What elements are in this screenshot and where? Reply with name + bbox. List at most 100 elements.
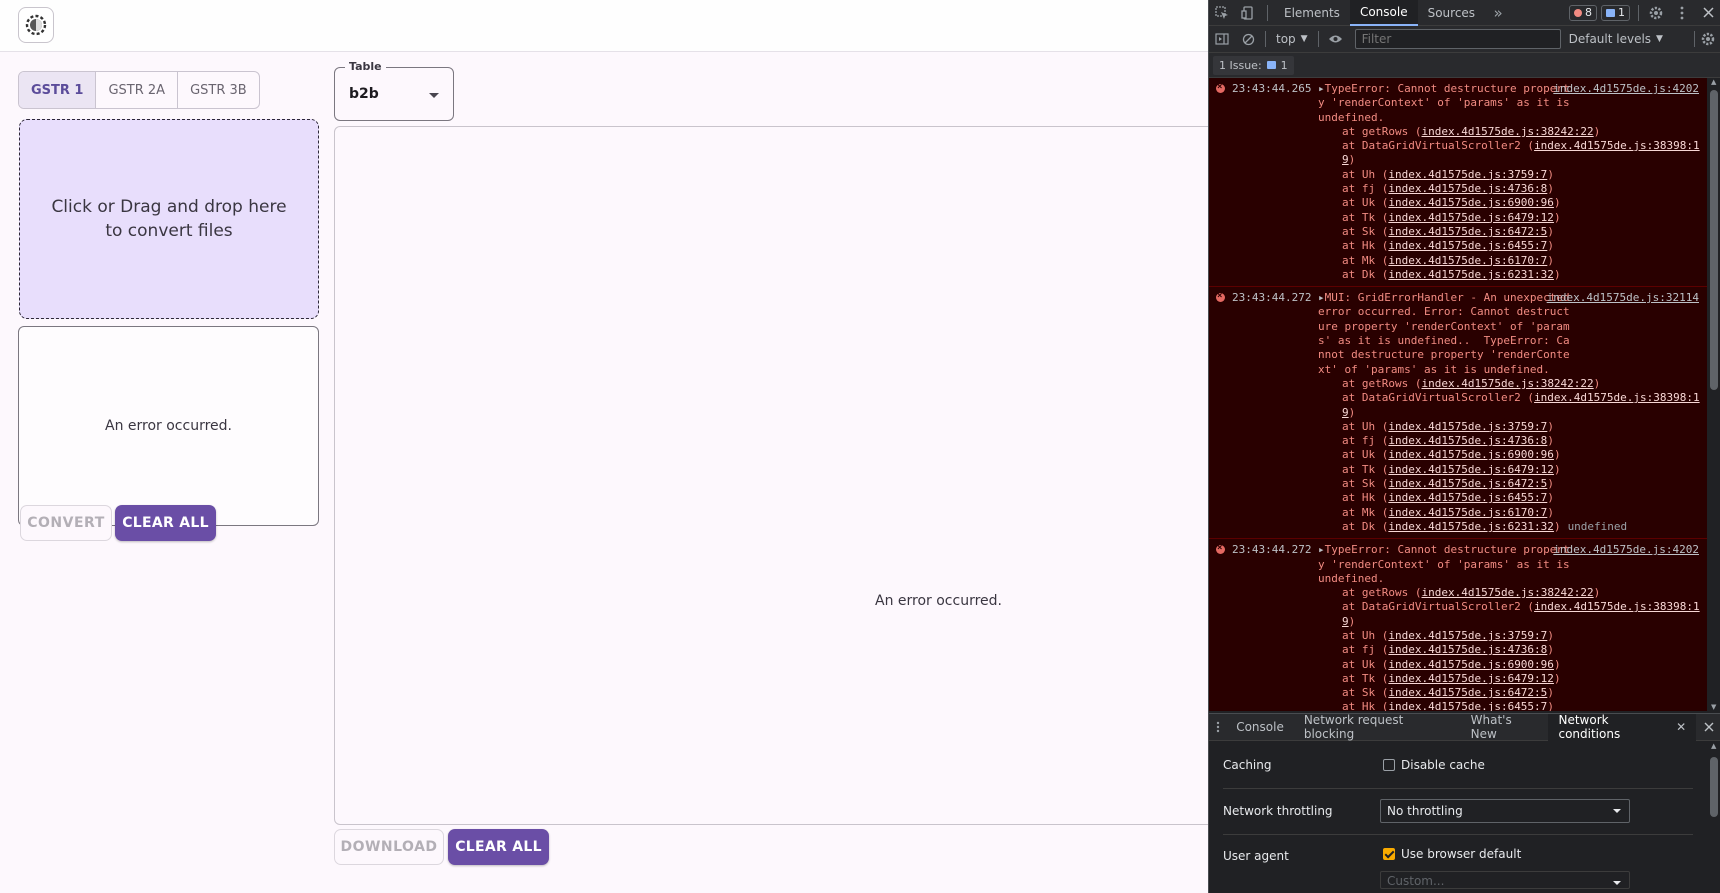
message-source-link[interactable]: index.4d1575de.js:32114 <box>1547 291 1699 305</box>
sidebar-icon[interactable] <box>1209 26 1235 52</box>
stack-frame-link[interactable]: index.4d1575de.js:6900:96 <box>1388 196 1554 209</box>
use-default-label: Use browser default <box>1401 847 1522 861</box>
stack-frame-link[interactable]: index.4d1575de.js:6472:5 <box>1388 225 1547 238</box>
download-button[interactable]: DOWNLOAD <box>334 829 444 865</box>
file-dropzone[interactable]: Click or Drag and drop here to convert f… <box>19 119 319 319</box>
message-source-link[interactable]: index.4d1575de.js:4202 <box>1553 543 1699 557</box>
console-settings-icon[interactable] <box>1695 26 1720 52</box>
filterbar-divider <box>1265 31 1266 47</box>
issue-count-badge[interactable]: 1 <box>1601 4 1630 21</box>
stack-frame-suffix: ) <box>1348 405 1356 419</box>
network-conditions-scrollbar[interactable]: ▲ <box>1707 741 1720 893</box>
table-select-value: b2b <box>349 86 379 102</box>
stack-frame-text: at Mk ( <box>1342 253 1389 267</box>
stack-frame-link[interactable]: index.4d1575de.js:38242:22 <box>1421 125 1593 138</box>
clear-icon[interactable] <box>1235 26 1261 52</box>
stack-frame-link[interactable]: index.4d1575de.js:4736:8 <box>1388 434 1547 447</box>
use-default-checkbox[interactable]: Use browser default <box>1383 847 1521 861</box>
close-icon[interactable] <box>1695 0 1720 26</box>
stack-frame-text: at Dk ( <box>1342 267 1389 281</box>
disable-cache-checkbox[interactable]: Disable cache <box>1383 758 1485 772</box>
settings-icon[interactable] <box>1643 0 1669 26</box>
console-error-message[interactable]: 23:43:44.272index.4d1575de.js:4202▸TypeE… <box>1209 539 1707 711</box>
stack-frame-link[interactable]: index.4d1575de.js:6231:32 <box>1388 520 1554 533</box>
stack-frame-text: at fj ( <box>1342 434 1389 448</box>
stack-frame-link[interactable]: index.4d1575de.js:3759:7 <box>1388 420 1547 433</box>
tab-gstr-3b[interactable]: GSTR 3B <box>178 72 259 108</box>
eye-icon[interactable] <box>1323 26 1349 52</box>
drawer-tab-request-blocking[interactable]: Network request blocking <box>1294 713 1461 741</box>
throttling-select[interactable]: No throttling <box>1380 799 1630 823</box>
drawer-tab-network-conditions[interactable]: Network conditions ✕ <box>1548 713 1697 741</box>
stack-frame-link[interactable]: index.4d1575de.js:4736:8 <box>1388 643 1547 656</box>
stack-frame: at Sk (index.4d1575de.js:6472:5) <box>1318 477 1701 491</box>
message-source-link[interactable]: index.4d1575de.js:4202 <box>1553 82 1699 96</box>
clear-all-left-button[interactable]: CLEAR ALL <box>115 505 216 541</box>
expand-triangle-icon[interactable]: ▸ <box>1318 291 1325 304</box>
stack-frame-suffix: ) <box>1593 376 1601 390</box>
stack-frame-suffix: ) <box>1547 505 1554 519</box>
nc-scroll-thumb[interactable] <box>1710 757 1718 817</box>
more-tabs-icon[interactable]: » <box>1485 0 1511 26</box>
stack-frame-link[interactable]: index.4d1575de.js:4736:8 <box>1388 182 1547 195</box>
stack-frame-link[interactable]: index.4d1575de.js:3759:7 <box>1388 168 1547 181</box>
console-scroll-thumb[interactable] <box>1710 90 1718 390</box>
error-count-badge[interactable]: 8 <box>1569 4 1597 21</box>
stack-frame-link[interactable]: index.4d1575de.js:6472:5 <box>1388 477 1547 490</box>
drawer-tab-label: Network conditions <box>1558 713 1621 741</box>
tab-console[interactable]: Console <box>1349 0 1418 26</box>
stack-frame-link[interactable]: index.4d1575de.js:6479:12 <box>1388 463 1554 476</box>
expand-triangle-icon[interactable]: ▸ <box>1318 543 1325 556</box>
stack-frame-link[interactable]: index.4d1575de.js:6455:7 <box>1388 491 1547 504</box>
stack-frame-link[interactable]: index.4d1575de.js:3759:7 <box>1388 629 1547 642</box>
conversion-error-box: An error occurred. <box>18 326 319 526</box>
stack-frame-link[interactable]: index.4d1575de.js:38242:22 <box>1421 377 1593 390</box>
tab-close-icon[interactable]: ✕ <box>1676 720 1686 734</box>
kebab-icon[interactable] <box>1669 0 1695 26</box>
tab-gstr-1[interactable]: GSTR 1 <box>19 72 97 108</box>
tab-elements[interactable]: Elements <box>1274 0 1350 26</box>
issues-link[interactable]: 1 Issue: 1 <box>1213 55 1294 75</box>
app-logo-button[interactable] <box>18 7 54 43</box>
issues-bar: 1 Issue: 1 <box>1209 53 1720 78</box>
stack-frame-suffix: ) <box>1547 253 1554 267</box>
filterbar-divider-2 <box>1317 31 1319 47</box>
expand-triangle-icon[interactable]: ▸ <box>1318 82 1325 95</box>
stack-frame-link[interactable]: index.4d1575de.js:6231:32 <box>1388 268 1554 281</box>
stack-frame-link[interactable]: index.4d1575de.js:6479:12 <box>1388 211 1554 224</box>
scroll-up-icon[interactable]: ▲ <box>1711 742 1716 750</box>
convert-button[interactable]: CONVERT <box>20 505 112 541</box>
stack-frame-link[interactable]: index.4d1575de.js:6170:7 <box>1388 254 1547 267</box>
stack-frame-link[interactable]: index.4d1575de.js:6472:5 <box>1388 686 1547 699</box>
table-select[interactable]: Table b2b <box>334 60 454 121</box>
stack-frame: at Tk (index.4d1575de.js:6479:12) <box>1318 463 1701 477</box>
console-filter-input[interactable] <box>1354 29 1561 49</box>
drawer-tab-whats-new[interactable]: What's New <box>1461 713 1549 741</box>
stack-frame-link[interactable]: index.4d1575de.js:6479:12 <box>1388 672 1554 685</box>
stack-frame-link[interactable]: index.4d1575de.js:6455:7 <box>1388 239 1547 252</box>
log-levels-dropdown[interactable]: Default levels ▼ <box>1569 32 1663 46</box>
tab-gstr-2a[interactable]: GSTR 2A <box>96 72 179 108</box>
console-error-message[interactable]: 23:43:44.265index.4d1575de.js:4202▸TypeE… <box>1209 78 1707 288</box>
device-icon[interactable] <box>1235 0 1261 26</box>
stack-frame: at Uk (index.4d1575de.js:6900:96) <box>1318 658 1701 672</box>
tab-sources[interactable]: Sources <box>1418 0 1485 26</box>
inspect-icon[interactable] <box>1209 0 1235 26</box>
clear-all-right-button[interactable]: CLEAR ALL <box>448 829 549 865</box>
console-error-message[interactable]: 23:43:44.272index.4d1575de.js:32114▸MUI:… <box>1209 287 1707 540</box>
drawer-close-icon[interactable] <box>1696 714 1720 740</box>
drawer-kebab-icon[interactable] <box>1209 714 1226 740</box>
stack-frame: at DataGridVirtualScroller2 (index.4d157… <box>1318 139 1701 168</box>
context-selector[interactable]: top ▼ <box>1270 32 1314 46</box>
stack-frame-text: at Tk ( <box>1342 671 1389 685</box>
drawer-tab-console[interactable]: Console <box>1226 714 1294 741</box>
stack-frame-link[interactable]: index.4d1575de.js:6170:7 <box>1388 506 1547 519</box>
stack-frame-link[interactable]: index.4d1575de.js:38242:22 <box>1421 586 1593 599</box>
stack-frame-link[interactable]: index.4d1575de.js:6900:96 <box>1388 658 1554 671</box>
console-scrollbar[interactable]: ▲ ▼ <box>1707 78 1720 711</box>
stack-frame-link[interactable]: index.4d1575de.js:6455:7 <box>1388 700 1547 711</box>
stack-frame-link[interactable]: index.4d1575de.js:6900:96 <box>1388 448 1554 461</box>
scroll-up-icon[interactable]: ▲ <box>1711 78 1716 86</box>
scroll-down-icon[interactable]: ▼ <box>1711 703 1716 711</box>
stack-frame-suffix: ) <box>1547 491 1554 505</box>
